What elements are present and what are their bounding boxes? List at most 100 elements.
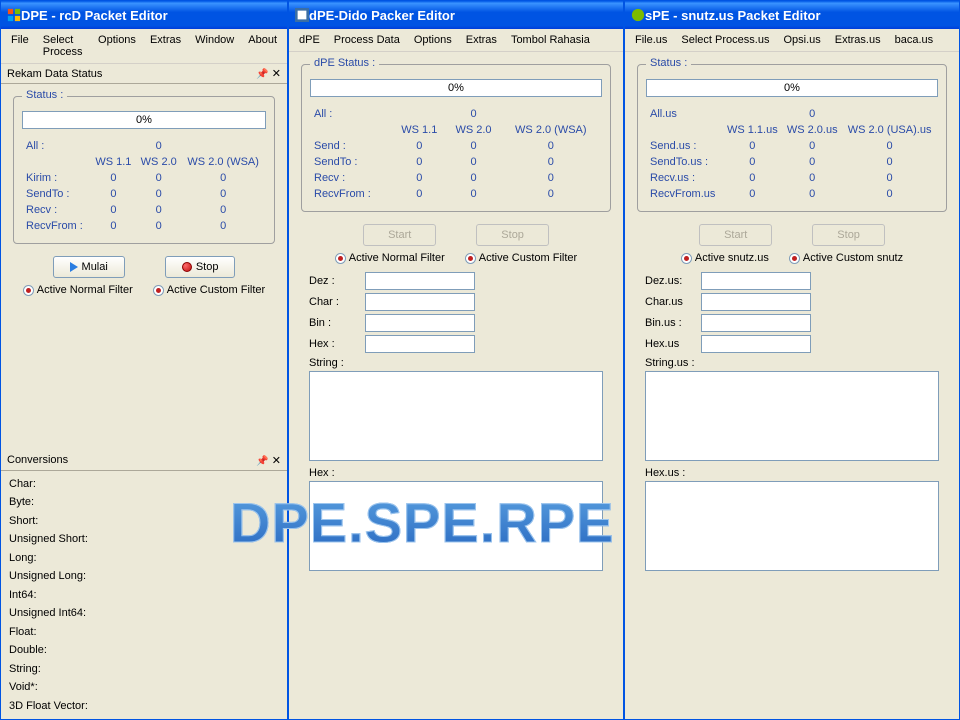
hex-input[interactable] <box>701 335 811 353</box>
stop-button[interactable]: Stop <box>812 224 885 246</box>
titlebar[interactable]: sPE - snutz.us Packet Editor <box>625 1 959 29</box>
radio-custom-filter[interactable]: Active Custom Filter <box>153 284 265 296</box>
titlebar[interactable]: dPE-Dido Packer Editor <box>289 1 623 29</box>
start-button[interactable]: Start <box>363 224 436 246</box>
pin-icon[interactable]: 📌 <box>256 69 268 80</box>
char-input[interactable] <box>365 293 475 311</box>
menu-opsi[interactable]: Opsi.us <box>777 32 826 48</box>
titlebar[interactable]: DPE - rcD Packet Editor <box>1 1 287 29</box>
cell: 0 <box>92 187 135 201</box>
hex-textarea[interactable] <box>309 481 603 571</box>
status-group: Status : 0% All :0 WS 1.1WS 2.0WS 2.0 (W… <box>13 96 275 244</box>
radio-normal-filter[interactable]: Active Normal Filter <box>335 252 445 264</box>
menu-extras[interactable]: Extras.us <box>829 32 887 48</box>
panel-header-status: Rekam Data Status 📌 ✕ <box>1 64 287 84</box>
menu-about[interactable]: About <box>242 32 283 60</box>
radio-custom-snutz[interactable]: Active Custom snutz <box>789 252 903 264</box>
btn-label: Stop <box>501 229 524 241</box>
btn-label: Start <box>724 229 747 241</box>
stop-button[interactable]: Stop <box>476 224 549 246</box>
char-input[interactable] <box>701 293 811 311</box>
row-label: RecvFrom : <box>312 187 391 201</box>
cell: 0 <box>137 219 180 233</box>
app-icon <box>7 8 21 22</box>
dez-input[interactable] <box>365 272 475 290</box>
radio-snutz[interactable]: Active snutz.us <box>681 252 769 264</box>
menu-options[interactable]: Options <box>92 32 142 60</box>
cell: 0 <box>502 187 600 201</box>
start-button[interactable]: Start <box>699 224 772 246</box>
panel-title: Rekam Data Status <box>7 68 102 80</box>
conversions-list: Char: Byte: Short: Unsigned Short: Long:… <box>1 471 287 720</box>
hex2-label: Hex : <box>309 467 603 479</box>
cell: 0 <box>843 171 936 185</box>
start-button[interactable]: Mulai <box>53 256 125 278</box>
menu-options[interactable]: Options <box>408 32 458 48</box>
radio-label: Active Custom snutz <box>803 252 903 264</box>
menu-tombol-rahasia[interactable]: Tombol Rahasia <box>505 32 596 48</box>
string-label: String : <box>309 357 603 369</box>
menubar: File Select Process Options Extras Windo… <box>1 29 287 64</box>
cell: 0 <box>92 171 135 185</box>
radio-icon <box>335 253 346 264</box>
hex-label: Hex : <box>309 338 359 350</box>
string-textarea[interactable] <box>309 371 603 461</box>
bin-input[interactable] <box>701 314 811 332</box>
col-ws20wsa: WS 2.0 (WSA) <box>502 123 600 137</box>
cell: 0 <box>447 139 499 153</box>
radio-normal-filter[interactable]: Active Normal Filter <box>23 284 133 296</box>
conv-item: String: <box>9 660 279 679</box>
status-legend: dPE Status : <box>310 57 379 69</box>
cell: 0 <box>447 171 499 185</box>
string-textarea[interactable] <box>645 371 939 461</box>
cell: 0 <box>137 187 180 201</box>
menu-baca[interactable]: baca.us <box>889 32 940 48</box>
col-ws20: WS 2.0 <box>137 155 180 169</box>
dez-label: Dez.us: <box>645 275 695 287</box>
all-value: 0 <box>783 107 841 121</box>
stop-button[interactable]: Stop <box>165 256 236 278</box>
row-label: SendTo : <box>24 187 90 201</box>
cell: 0 <box>447 187 499 201</box>
cell: 0 <box>393 187 445 201</box>
radio-icon <box>23 285 34 296</box>
radio-icon <box>789 253 800 264</box>
menu-window[interactable]: Window <box>189 32 240 60</box>
row-label: Send.us : <box>648 139 721 153</box>
menu-file[interactable]: File.us <box>629 32 673 48</box>
radio-custom-filter[interactable]: Active Custom Filter <box>465 252 577 264</box>
menu-extras[interactable]: Extras <box>460 32 503 48</box>
hex-input[interactable] <box>365 335 475 353</box>
cell: 0 <box>137 203 180 217</box>
progress-value: 0% <box>136 114 152 126</box>
radio-label: Active Custom Filter <box>167 284 265 296</box>
char-label: Char.us <box>645 296 695 308</box>
progress-value: 0% <box>784 82 800 94</box>
play-icon <box>70 262 78 272</box>
menu-dpe[interactable]: dPE <box>293 32 326 48</box>
menu-process-data[interactable]: Process Data <box>328 32 406 48</box>
dez-input[interactable] <box>701 272 811 290</box>
bin-input[interactable] <box>365 314 475 332</box>
radio-icon <box>681 253 692 264</box>
cell: 0 <box>723 171 781 185</box>
close-icon[interactable]: ✕ <box>272 455 281 467</box>
status-group: dPE Status : 0% All :0 WS 1.1WS 2.0WS 2.… <box>301 64 611 212</box>
col-ws20wsa: WS 2.0 (WSA) <box>182 155 264 169</box>
panel-header-conversions: Conversions 📌 ✕ <box>1 451 287 471</box>
close-icon[interactable]: ✕ <box>272 68 281 80</box>
menu-extras[interactable]: Extras <box>144 32 187 60</box>
menu-select-process[interactable]: Select Process.us <box>675 32 775 48</box>
cell: 0 <box>393 139 445 153</box>
menu-file[interactable]: File <box>5 32 35 60</box>
btn-label: Start <box>388 229 411 241</box>
pin-icon[interactable]: 📌 <box>256 456 268 467</box>
radio-label: Active snutz.us <box>695 252 769 264</box>
progress-bar: 0% <box>22 111 266 129</box>
cell: 0 <box>182 187 264 201</box>
hex-textarea[interactable] <box>645 481 939 571</box>
cell: 0 <box>137 171 180 185</box>
menu-select-process[interactable]: Select Process <box>37 32 90 60</box>
menubar: dPE Process Data Options Extras Tombol R… <box>289 29 623 52</box>
string-label: String.us : <box>645 357 939 369</box>
